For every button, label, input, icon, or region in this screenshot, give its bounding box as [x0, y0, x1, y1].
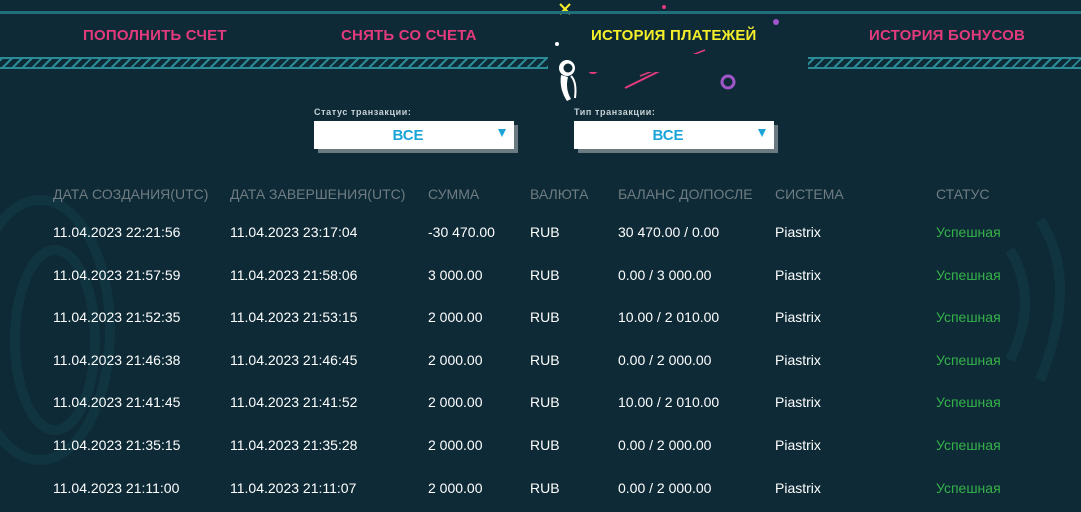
chevron-down-icon — [498, 129, 506, 137]
cell-completed: 11.04.2023 21:41:52 — [230, 394, 358, 411]
cell-status: Успешная — [936, 479, 1001, 496]
status-filter-select[interactable]: ВСЕ — [314, 121, 514, 149]
cell-created: 11.04.2023 21:57:59 — [53, 266, 181, 283]
cell-status: Успешная — [936, 224, 1001, 240]
cell-balance: 0.00 / 2 000.00 — [618, 437, 712, 453]
column-header-created: ДАТА СОЗДАНИЯ(UTC) — [53, 186, 209, 202]
cell-amount: -30 470.00 — [428, 224, 495, 240]
cell-balance: 10.00 / 2 010.00 — [618, 394, 720, 411]
cell-created: 11.04.2023 21:46:38 — [53, 351, 181, 368]
cell-currency: RUB — [530, 309, 560, 326]
cell-system: Piastrix — [775, 266, 821, 283]
cell-system: Piastrix — [775, 309, 821, 326]
cell-system: Piastrix — [775, 394, 821, 411]
table-row: 11.04.2023 21:35:15 11.04.2023 21:35:28 2 … — [0, 425, 1081, 467]
cell-created: 11.04.2023 21:11:00 — [53, 479, 180, 496]
cell-currency: RUB — [530, 224, 560, 240]
cell-created: 11.04.2023 21:52:35 — [53, 309, 181, 326]
table-row: 11.04.2023 21:57:59 11.04.2023 21:58:06 3 … — [0, 255, 1081, 297]
cell-status: Успешная — [936, 394, 1001, 411]
cell-balance: 0.00 / 2 000.00 — [618, 351, 712, 368]
cell-completed: 11.04.2023 21:46:45 — [230, 351, 358, 368]
cell-balance: 0.00 / 2 000.00 — [618, 479, 712, 496]
table-row: 11.04.2023 21:52:35 11.04.2023 21:53:15 2 … — [0, 297, 1081, 339]
cell-amount: 2 000.00 — [428, 351, 483, 368]
payment-nav: ПОПОЛНИТЬ СЧЕТ СНЯТЬ СО СЧЕТА ИСТОРИЯ ПЛ… — [0, 22, 1081, 50]
cell-status: Успешная — [936, 309, 1001, 326]
nav-withdraw[interactable]: СНЯТЬ СО СЧЕТА — [341, 27, 477, 44]
column-header-system: СИСТЕМА — [775, 186, 844, 202]
cell-currency: RUB — [530, 351, 560, 368]
cell-completed: 11.04.2023 23:17:04 — [230, 224, 358, 240]
cell-completed: 11.04.2023 21:53:15 — [230, 309, 358, 326]
type-filter-value: ВСЕ — [652, 127, 684, 144]
cell-amount: 2 000.00 — [428, 479, 483, 496]
table-row: 11.04.2023 21:11:00 11.04.2023 21:11:07 2 … — [0, 468, 1081, 510]
cell-currency: RUB — [530, 266, 560, 283]
cell-balance: 10.00 / 2 010.00 — [618, 309, 720, 326]
table-row: 11.04.2023 22:21:56 11.04.2023 23:17:04 -3… — [0, 212, 1081, 254]
cell-status: Успешная — [936, 266, 1001, 283]
type-filter-select[interactable]: ВСЕ — [574, 121, 774, 149]
nav-deposit[interactable]: ПОПОЛНИТЬ СЧЕТ — [83, 27, 227, 44]
cell-created: 11.04.2023 22:21:56 — [53, 224, 181, 240]
status-filter-value: ВСЕ — [392, 127, 424, 144]
cell-balance: 0.00 / 3 000.00 — [618, 266, 712, 283]
cell-system: Piastrix — [775, 479, 821, 496]
column-header-balance: БАЛАНС ДО/ПОСЛЕ — [618, 186, 753, 202]
column-header-completed: ДАТА ЗАВЕРШЕНИЯ(UTC) — [230, 186, 406, 202]
cell-completed: 11.04.2023 21:11:07 — [230, 479, 357, 496]
cell-status: Успешная — [936, 437, 1001, 453]
cell-created: 11.04.2023 21:35:15 — [53, 437, 181, 453]
status-filter-label: Статус транзакции: — [314, 107, 412, 117]
cell-status: Успешная — [936, 351, 1001, 368]
type-filter-label: Тип транзакции: — [574, 107, 656, 117]
column-header-currency: ВАЛЮТА — [530, 186, 589, 202]
table-row: 11.04.2023 21:46:38 11.04.2023 21:46:45 2 … — [0, 340, 1081, 382]
cell-system: Piastrix — [775, 437, 821, 453]
column-header-status: СТАТУС — [936, 186, 990, 202]
column-header-amount: СУММА — [428, 186, 480, 202]
cell-amount: 2 000.00 — [428, 394, 483, 411]
cell-system: Piastrix — [775, 224, 821, 240]
cell-currency: RUB — [530, 394, 560, 411]
cell-amount: 3 000.00 — [428, 266, 483, 283]
table-row: 11.04.2023 21:41:45 11.04.2023 21:41:52 2 … — [0, 382, 1081, 424]
cell-amount: 2 000.00 — [428, 437, 483, 453]
nav-payment-history[interactable]: ИСТОРИЯ ПЛАТЕЖЕЙ — [591, 27, 757, 44]
cell-system: Piastrix — [775, 351, 821, 368]
cell-currency: RUB — [530, 437, 560, 453]
astronaut-icon — [559, 60, 577, 101]
top-divider — [0, 11, 1081, 14]
cell-currency: RUB — [530, 479, 560, 496]
nav-bonus-history[interactable]: ИСТОРИЯ БОНУСОВ — [869, 27, 1025, 44]
nav-border-gap — [548, 54, 808, 72]
nav-border — [0, 57, 1081, 69]
cell-created: 11.04.2023 21:41:45 — [53, 394, 181, 411]
cell-completed: 11.04.2023 21:35:28 — [230, 437, 358, 453]
cell-completed: 11.04.2023 21:58:06 — [230, 266, 358, 283]
cell-amount: 2 000.00 — [428, 309, 483, 326]
cell-balance: 30 470.00 / 0.00 — [618, 224, 720, 240]
chevron-down-icon — [758, 129, 766, 137]
